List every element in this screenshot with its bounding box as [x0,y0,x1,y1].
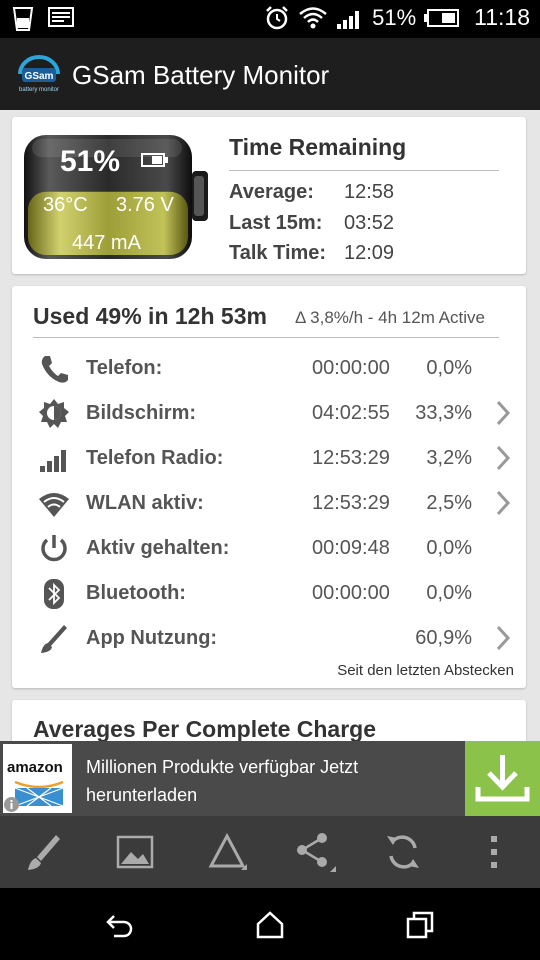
time-remaining-value: 12:09 [344,242,395,264]
usage-row-percent: 0,0% [426,582,472,604]
gallery-notification-icon [48,7,74,27]
clock: 11:18 [474,4,530,30]
ad-info-icon[interactable] [3,796,20,813]
battery-percent: 51% [60,145,121,178]
app-usage-icon [41,625,67,653]
usage-row-percent: 60,9% [415,627,472,649]
ad-text-line: Millionen Produkte verfügbar Jetzt [86,757,359,777]
usage-row-time: 12:53:29 [312,492,390,514]
usage-row-percent: 3,2% [426,447,472,469]
usage-row-telefon-radio[interactable]: Telefon Radio: 12:53:29 3,2% [12,438,526,478]
usage-row-percent: 33,3% [415,402,472,424]
picture-icon[interactable] [113,830,157,874]
app-usage-toolbar-icon[interactable] [22,830,66,874]
glass-icon [12,7,34,31]
refresh-icon[interactable] [381,830,425,874]
usage-row-time: 00:09:48 [312,537,390,559]
time-remaining-label: Last 15m: [229,212,323,234]
usage-card: Used 49% in 12h 53m Δ 3,8%/h - 4h 12m Ac… [12,286,526,688]
usage-row-percent: 0,0% [426,357,472,379]
usage-row-name: Bluetooth: [86,582,186,604]
averages-title: Averages Per Complete Charge [33,716,377,742]
time-remaining-value: 03:52 [344,212,395,234]
time-remaining-value: 12:58 [344,181,395,203]
app-bar: GSam battery monitor GSam Battery Monito… [0,38,540,110]
usage-footer: Seit den letzten Abstecken [337,662,514,679]
usage-row-name: WLAN aktiv: [86,492,204,514]
usage-row-aktiv-gehalten[interactable]: Aktiv gehalten: 00:09:48 0,0% [12,528,526,568]
recent-apps-icon[interactable] [404,910,436,940]
battery-percent-status: 51% [372,4,417,30]
usage-row-time: 12:53:29 [312,447,390,469]
wifi-status-icon [299,6,327,28]
navigation-bar [0,888,540,960]
delta-icon[interactable] [205,830,249,874]
usage-row-time: 00:00:00 [312,582,390,604]
screen-brightness-icon [39,399,69,428]
battery-summary-card[interactable]: 51% 36°C 3.76 V 447 mA Time Remaining Av… [12,117,526,274]
chevron-right-icon[interactable] [494,624,512,652]
usage-subtitle: Δ 3,8%/h - 4h 12m Active [295,308,485,327]
time-remaining-average: Average: 12:58 [229,181,394,204]
usage-row-name: Telefon: [86,357,163,379]
usage-row-name: Bildschirm: [86,402,197,424]
alarm-icon [266,5,288,29]
divider [33,337,499,338]
svg-text:battery monitor: battery monitor [19,87,59,93]
time-remaining-talk-time: Talk Time: 12:09 [229,242,394,265]
time-remaining-label: Talk Time: [229,242,327,264]
usage-row-bildschirm[interactable]: Bildschirm: 04:02:55 33,3% [12,393,526,433]
time-remaining-title: Time Remaining [229,134,407,160]
battery-current: 447 mA [72,232,141,254]
usage-row-percent: 2,5% [426,492,472,514]
time-remaining-label: Average: [229,181,314,203]
usage-row-app-nutzung[interactable]: App Nutzung: 60,9% [12,618,526,658]
back-icon[interactable] [104,910,136,940]
ad-banner[interactable]: amazon Millionen Produkte verfügbar Jetz… [0,741,540,816]
ad-text: Millionen Produkte verfügbar Jetzt herun… [86,753,436,809]
usage-row-time: 04:02:55 [312,402,390,424]
app-title: GSam Battery Monitor [72,60,330,90]
usage-row-percent: 0,0% [426,537,472,559]
download-icon [475,755,530,802]
signal-bars-icon [40,450,66,472]
power-icon [41,535,67,562]
usage-row-bluetooth[interactable]: Bluetooth: 00:00:00 0,0% [12,573,526,613]
ad-text-line: herunterladen [86,785,198,805]
time-remaining-last15m: Last 15m: 03:52 [229,212,394,235]
usage-row-name: App Nutzung: [86,627,218,649]
battery-status-icon [424,8,460,27]
amazon-app-logo: amazon [3,744,72,813]
battery-small-icon [141,153,168,167]
home-icon[interactable] [254,910,286,940]
download-button[interactable] [465,741,540,816]
bottom-toolbar [0,816,540,888]
battery-voltage: 3.76 V [116,194,174,216]
signal-icon [337,10,360,29]
svg-text:GSam: GSam [25,71,54,82]
wifi-icon [39,493,69,517]
chevron-right-icon[interactable] [494,399,512,427]
usage-title: Used 49% in 12h 53m [33,303,267,329]
usage-row-wlan-aktiv[interactable]: WLAN aktiv: 12:53:29 2,5% [12,483,526,523]
ad-brand: amazon [7,759,63,776]
usage-row-time: 00:00:00 [312,357,390,379]
usage-row-name: Telefon Radio: [86,447,224,469]
divider [229,170,499,171]
bluetooth-icon [44,579,64,609]
status-bar: 51% 11:18 [0,0,540,38]
phone-icon [41,356,68,383]
usage-row-telefon[interactable]: Telefon: 00:00:00 0,0% [12,348,526,388]
chevron-right-icon[interactable] [494,489,512,517]
chevron-right-icon[interactable] [494,444,512,472]
usage-row-name: Aktiv gehalten: [86,537,230,559]
app-logo-icon: GSam battery monitor [18,55,60,93]
battery-temperature: 36°C [43,194,88,216]
share-icon[interactable] [292,830,336,874]
overflow-menu-icon[interactable] [472,830,516,874]
